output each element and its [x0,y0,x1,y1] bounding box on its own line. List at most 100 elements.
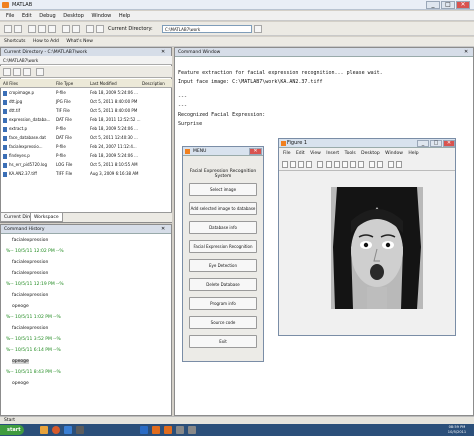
col-last-modified[interactable]: Last Modified [90,79,117,88]
figure-new-icon[interactable] [282,161,288,168]
figure-menu-tools[interactable]: Tools [345,151,356,156]
zoom-out-icon[interactable] [334,161,340,168]
current-directory-input[interactable]: C:\MATLAB7\work [162,25,252,33]
menu-desktop[interactable]: Desktop [63,13,84,19]
history-command[interactable]: opeoge [12,304,29,309]
program-info-button[interactable]: Program info [189,297,257,310]
eye-detection-button[interactable]: Eye Detection [189,259,257,272]
file-row[interactable]: KA.AN2.37.tiff TIFF File Aug 3, 2009 6:16:… [0,170,172,178]
select-image-button[interactable]: Select image [189,183,257,196]
report-icon[interactable] [36,68,44,76]
menu-edit[interactable]: Edit [22,13,32,19]
legend-icon[interactable] [377,161,383,168]
status-start[interactable]: Start [4,418,15,423]
taskbar-folder-icon[interactable] [40,426,48,434]
figure-close-button[interactable]: ✕ [443,140,455,147]
figure-minimize-button[interactable]: _ [417,140,429,147]
figure-open-icon[interactable] [290,161,296,168]
figure-menu-file[interactable]: File [283,151,291,156]
file-row[interactable]: extract.p P-file Feb 18, 2009 5:24:06 ... [0,125,172,133]
cut-icon[interactable] [28,25,36,33]
taskbar-app2-icon[interactable] [76,426,84,434]
edit-plot-icon[interactable] [317,161,323,168]
delete-database-button[interactable]: Delete Database [189,278,257,291]
file-row[interactable]: hs_err_pid5720.log LOG File Oct 5, 2011 8:… [0,161,172,169]
facial-expression-recognition-button[interactable]: Facial Expression Recognition [189,240,257,253]
file-row[interactable]: facialexpressio... P-file Feb 24, 2007 11:… [0,143,172,151]
figure-maximize-button[interactable]: □ [430,140,442,147]
undo-icon[interactable] [62,25,70,33]
new-file-icon[interactable] [4,25,12,33]
hide-plot-tools-icon[interactable] [388,161,394,168]
taskbar-matlab2-icon[interactable] [164,426,172,434]
shortcut-how-to-add[interactable]: How to Add [33,39,59,44]
data-cursor-icon[interactable] [358,161,364,168]
up-folder-icon[interactable] [3,68,11,76]
close-command-window-icon[interactable]: ✕ [464,49,468,55]
rotate-icon[interactable] [350,161,356,168]
help-icon[interactable] [96,25,104,33]
history-command[interactable]: facialexpression [12,293,48,298]
file-row[interactable]: dtt.tif TIF File Oct 5, 2011 8:40:00 PM [0,107,172,115]
history-command[interactable]: opeoge [12,359,29,364]
pan-icon[interactable] [342,161,348,168]
shortcuts-label[interactable]: Shortcuts [4,39,26,44]
clock[interactable]: 08:59 PM 10/5/2011 [440,425,474,435]
database-info-button[interactable]: Database info [189,221,257,234]
taskbar-media-icon[interactable] [52,426,60,434]
source-code-button[interactable]: Source code [189,316,257,329]
maximize-button[interactable]: □ [441,1,455,9]
history-command[interactable]: facialexpression [12,238,48,243]
taskbar-matlab-icon[interactable] [152,426,160,434]
figure-menu-window[interactable]: Window [385,151,403,156]
open-folder-icon[interactable] [14,25,22,33]
history-command[interactable]: facialexpression [12,260,48,265]
close-panel-icon[interactable]: ✕ [161,49,165,55]
figure-menu-edit[interactable]: Edit [296,151,305,156]
redo-icon[interactable] [72,25,80,33]
simulink-icon[interactable] [86,25,94,33]
minimize-button[interactable]: _ [426,1,440,9]
taskbar-app-icon[interactable] [64,426,72,434]
taskbar-word-icon[interactable] [140,426,148,434]
shortcut-whats-new[interactable]: What's New [66,39,93,44]
col-description[interactable]: Description [142,79,165,88]
file-row[interactable]: face_database.dat DAT File Oct 5, 2011 12:… [0,134,172,142]
copy-icon[interactable] [38,25,46,33]
start-button[interactable]: start [0,425,24,435]
figure-save-icon[interactable] [298,161,304,168]
menu-help[interactable]: Help [119,13,130,19]
file-row[interactable]: expression_databa... DAT File Feb 18, 2011… [0,116,172,124]
figure-menu-insert[interactable]: Insert [326,151,339,156]
zoom-in-icon[interactable] [326,161,332,168]
menu-file[interactable]: File [6,13,14,19]
figure-menu-view[interactable]: View [310,151,321,156]
tab-workspace[interactable]: Workspace [30,213,63,222]
figure-menu-desktop[interactable]: Desktop [361,151,380,156]
taskbar-figure-icon[interactable] [176,426,184,434]
col-file-type[interactable]: File Type [56,79,73,88]
figure-print-icon[interactable] [306,161,312,168]
close-history-icon[interactable]: ✕ [161,226,165,232]
figure-menu-help[interactable]: Help [408,151,418,156]
history-command[interactable]: facialexpression [12,271,48,276]
file-row[interactable]: findeyes.p P-file Feb 18, 2009 5:24:06 ... [0,152,172,160]
col-all-files[interactable]: All Files [3,79,18,88]
exit-button[interactable]: Exit [189,335,257,348]
paste-icon[interactable] [48,25,56,33]
menu-close-button[interactable]: ✕ [249,148,262,155]
new-folder-icon[interactable] [13,68,21,76]
menu-window[interactable]: Window [92,13,112,19]
colorbar-icon[interactable] [369,161,375,168]
find-icon[interactable] [23,68,31,76]
taskbar-menu-icon[interactable] [188,426,196,434]
menu-debug[interactable]: Debug [39,13,55,19]
history-command[interactable]: facialexpression [12,326,48,331]
show-plot-tools-icon[interactable] [396,161,402,168]
browse-folder-icon[interactable] [254,25,262,33]
close-button[interactable]: ✕ [456,1,470,9]
file-row[interactable]: cropimage.p P-file Feb 18, 2009 5:24:06 ..… [0,89,172,97]
add-to-database-button[interactable]: Add selected image to database [189,202,257,215]
history-command[interactable]: opeoge [12,381,29,386]
file-row[interactable]: dtt.jpg JPG File Oct 5, 2011 8:40:00 PM [0,98,172,106]
